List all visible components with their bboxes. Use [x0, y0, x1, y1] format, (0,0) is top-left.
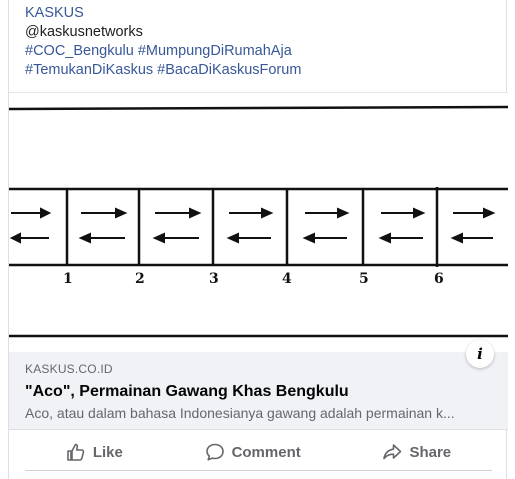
preview-description: Aco, atau dalam bahasa Indonesianya gawa… — [25, 405, 455, 421]
preview-title[interactable]: "Aco", Permainan Gawang Khas Bengkulu — [25, 383, 349, 401]
link-preview-caption[interactable]: i KASKUS.CO.ID "Aco", Permainan Gawang K… — [9, 340, 508, 430]
field-dividers — [65, 187, 439, 267]
like-label: Like — [92, 443, 123, 461]
hashtag-link[interactable]: #COC_Bengkulu — [25, 43, 134, 59]
link-preview-image[interactable]: 1 2 3 4 5 6 — [9, 92, 508, 352]
right-arrows — [11, 207, 496, 219]
share-icon — [383, 444, 402, 460]
like-button[interactable]: Like — [46, 436, 143, 468]
action-bar: Like Comment Share — [25, 433, 492, 471]
goal-number: 2 — [135, 271, 145, 287]
handle-text: @kaskusnetworks — [25, 24, 143, 40]
preview-domain: KASKUS.CO.ID — [25, 362, 113, 376]
goal-number: 5 — [359, 271, 369, 287]
hashtag-link[interactable]: #MumpungDiRumahAja — [138, 43, 292, 59]
info-icon: i — [477, 345, 483, 363]
aco-field-diagram: 1 2 3 4 5 6 — [9, 105, 508, 338]
hashtag-link[interactable]: #BacaDiKaskusForum — [157, 62, 301, 78]
comment-icon — [205, 443, 224, 461]
post-text: KASKUS @kaskusnetworks #COC_Bengkulu #Mum… — [25, 4, 495, 80]
top-border-line — [9, 105, 508, 111]
goal-number: 4 — [282, 271, 292, 287]
post-card: KASKUS @kaskusnetworks #COC_Bengkulu #Mum… — [8, 0, 508, 479]
share-label: Share — [409, 443, 452, 461]
comment-label: Comment — [231, 443, 301, 461]
goal-number: 1 — [63, 271, 73, 287]
divider — [25, 470, 492, 471]
share-button[interactable]: Share — [362, 436, 471, 468]
thumbs-up-icon — [67, 443, 85, 461]
info-button[interactable]: i — [466, 340, 494, 368]
left-arrows — [9, 232, 493, 244]
goal-number: 3 — [209, 271, 219, 287]
hashtag-link[interactable]: #TemukanDiKaskus — [25, 62, 153, 78]
comment-button[interactable]: Comment — [185, 436, 321, 468]
author-link[interactable]: KASKUS — [25, 5, 84, 21]
goal-number: 6 — [434, 271, 444, 287]
